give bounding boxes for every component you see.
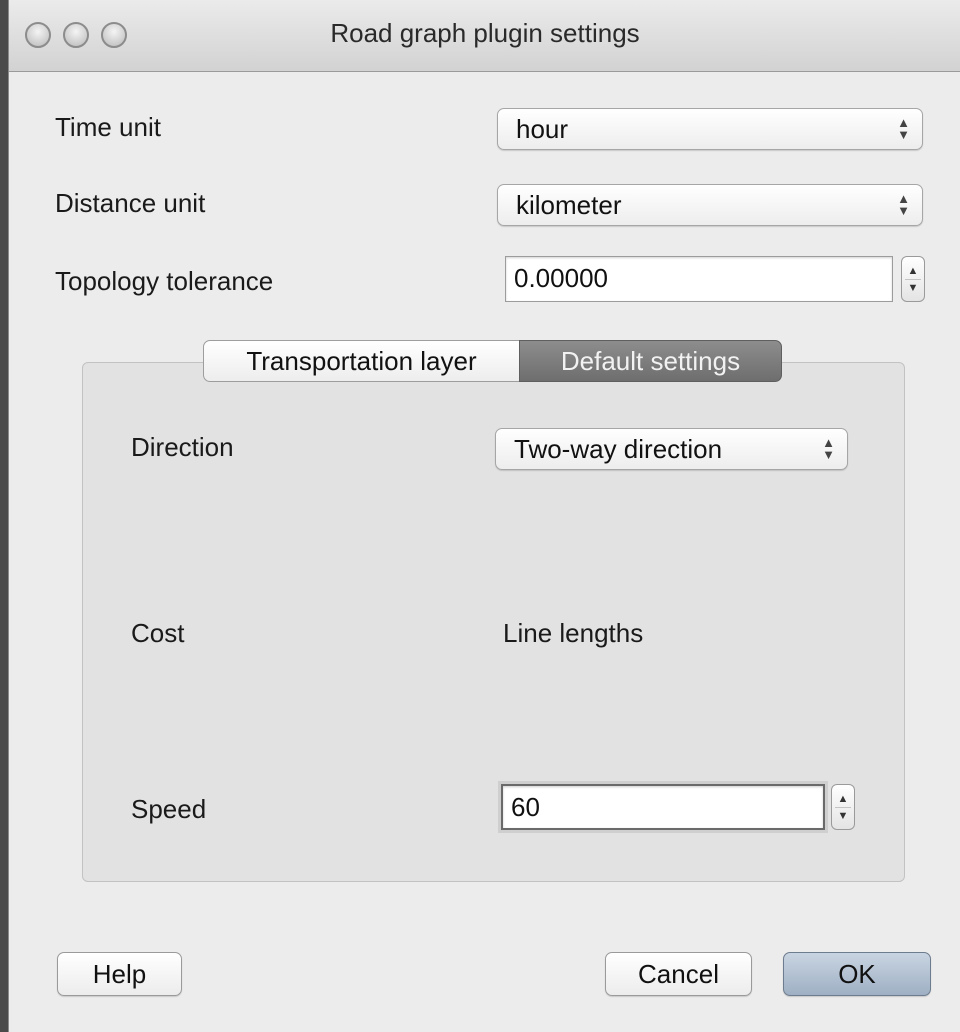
settings-dialog: Road graph plugin settings Time unit hou…	[8, 0, 960, 1032]
title-bar: Road graph plugin settings	[9, 0, 960, 72]
cost-value: Line lengths	[503, 618, 644, 648]
ok-button[interactable]: OK	[783, 952, 931, 996]
distance-unit-value: kilometer	[516, 190, 622, 220]
speed-label: Speed	[131, 794, 207, 824]
direction-label: Direction	[131, 432, 234, 462]
time-unit-label: Time unit	[55, 112, 161, 142]
up-down-chevron-icon: ▲ ▼	[897, 191, 910, 218]
direction-value: Two-way direction	[514, 434, 723, 464]
tab-default-settings[interactable]: Default settings	[519, 340, 782, 382]
distance-unit-select[interactable]: kilometer ▲ ▼	[497, 184, 923, 226]
distance-unit-label: Distance unit	[55, 188, 206, 218]
time-unit-value: hour	[516, 114, 569, 144]
cancel-button[interactable]: Cancel	[605, 952, 752, 996]
topology-tolerance-label: Topology tolerance	[55, 266, 274, 296]
direction-select[interactable]: Two-way direction ▲ ▼	[495, 428, 848, 470]
topology-tolerance-stepper[interactable]: ▲ ▼	[901, 256, 925, 302]
topology-tolerance-input[interactable]: 0.00000	[505, 256, 893, 302]
up-down-chevron-icon: ▲ ▼	[822, 435, 835, 462]
speed-input[interactable]: 60	[501, 784, 825, 830]
tab-transportation-layer[interactable]: Transportation layer	[203, 340, 520, 382]
speed-stepper[interactable]: ▲ ▼	[831, 784, 855, 830]
up-down-chevron-icon: ▲ ▼	[897, 115, 910, 142]
help-button[interactable]: Help	[57, 952, 182, 996]
window-title: Road graph plugin settings	[330, 18, 640, 48]
time-unit-select[interactable]: hour ▲ ▼	[497, 108, 923, 150]
cost-label: Cost	[131, 618, 185, 648]
